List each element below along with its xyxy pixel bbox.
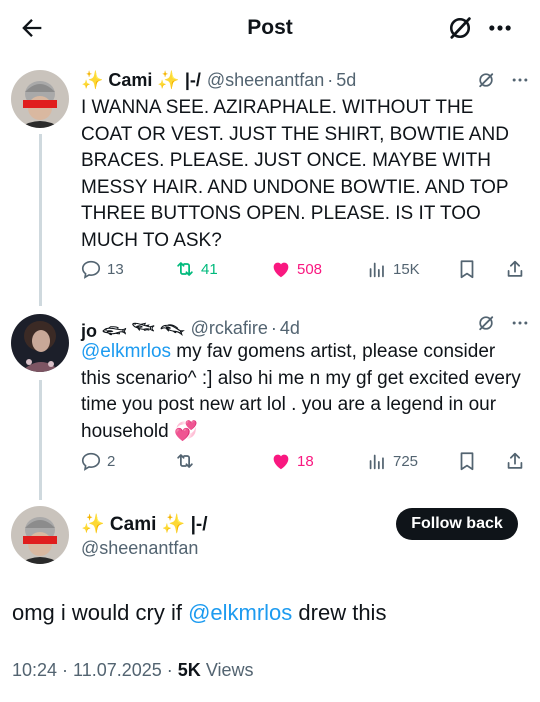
like-button[interactable]: 508 <box>270 258 322 280</box>
display-name[interactable]: ✨ Cami ✨ |-/ <box>81 512 208 536</box>
bookmark-icon <box>460 452 474 471</box>
repost-icon <box>177 454 193 468</box>
repost-button[interactable] <box>174 450 201 472</box>
tweet-header: ✨ Cami ✨ |-/ @sheenantfan · 5d <box>81 70 356 91</box>
more-options-icon[interactable] <box>510 70 530 90</box>
reply-button[interactable]: 13 <box>80 258 124 280</box>
tweet-text: I WANNA SEE. AZIRAPHALE. WITHOUT THE COA… <box>81 97 509 251</box>
repost-count: 41 <box>201 260 218 278</box>
share-icon <box>507 452 523 469</box>
reply-button[interactable]: 2 <box>80 450 115 472</box>
reply-icon <box>81 260 101 279</box>
share-icon <box>507 260 523 277</box>
grok-icon[interactable] <box>476 313 496 333</box>
post-time[interactable]: 4d <box>280 318 300 339</box>
grok-icon[interactable] <box>476 70 496 90</box>
tweet-actions: 2 18 725 <box>80 450 530 476</box>
views-label: Views <box>200 660 254 680</box>
views-button[interactable]: 15K <box>366 258 420 280</box>
post-time[interactable]: 5d <box>336 70 356 91</box>
share-button[interactable] <box>504 258 531 280</box>
share-button[interactable] <box>504 450 531 472</box>
tweet-header-icons <box>476 70 530 90</box>
views-count: 725 <box>393 452 419 470</box>
post-meta: 10:24 · 11.07.2025 · 5K Views <box>12 660 254 681</box>
mention-link[interactable]: @elkmrlos <box>188 600 292 625</box>
follow-back-button[interactable]: Follow back <box>396 508 518 540</box>
grok-icon[interactable] <box>446 14 474 42</box>
avatar[interactable] <box>11 506 69 564</box>
thread-line <box>39 134 42 306</box>
post-text-part: drew this <box>292 600 387 625</box>
avatar[interactable] <box>11 314 69 372</box>
views-icon <box>369 262 384 278</box>
repost-button[interactable]: 41 <box>174 258 218 280</box>
top-bar: Post <box>0 0 540 56</box>
username[interactable]: @sheenantfan <box>207 70 324 91</box>
heart-icon <box>273 454 289 470</box>
post-text: omg i would cry if @elkmrlos drew this <box>12 600 386 626</box>
post-text-part: omg i would cry if <box>12 600 189 625</box>
thread-line <box>39 380 42 500</box>
heart-icon <box>273 262 289 278</box>
like-count: 18 <box>297 452 314 470</box>
bookmark-button[interactable] <box>456 258 483 280</box>
reply-count: 2 <box>107 452 116 470</box>
more-options-icon[interactable] <box>486 14 514 42</box>
views-count: 15K <box>393 260 420 278</box>
like-button[interactable]: 18 <box>270 450 314 472</box>
avatar[interactable] <box>11 70 69 128</box>
username[interactable]: @sheenantfan <box>81 538 198 559</box>
views-count: 5K <box>177 660 201 680</box>
tweet-actions: 13 41 508 15K <box>80 258 530 284</box>
mention-link[interactable]: @elkmrlos <box>81 341 171 362</box>
views-button[interactable]: 725 <box>366 450 418 472</box>
views-icon <box>369 454 384 470</box>
bookmark-icon <box>460 260 474 279</box>
post-timestamp[interactable]: 10:24 · 11.07.2025 · <box>12 660 178 680</box>
tweet-header-icons <box>476 313 530 333</box>
username[interactable]: @rckafire <box>191 318 268 339</box>
reply-count: 13 <box>107 260 124 278</box>
reply-icon <box>81 452 101 471</box>
tweet-text: @elkmrlos my fav gomens artist, please c… <box>81 339 521 445</box>
bookmark-button[interactable] <box>456 450 483 472</box>
like-count: 508 <box>297 260 323 278</box>
separator-dot: · <box>270 317 277 338</box>
display-name[interactable]: ✨ Cami ✨ |-/ <box>81 70 201 91</box>
more-options-icon[interactable] <box>510 313 530 333</box>
separator-dot: · <box>327 70 334 90</box>
repost-icon <box>177 262 193 276</box>
